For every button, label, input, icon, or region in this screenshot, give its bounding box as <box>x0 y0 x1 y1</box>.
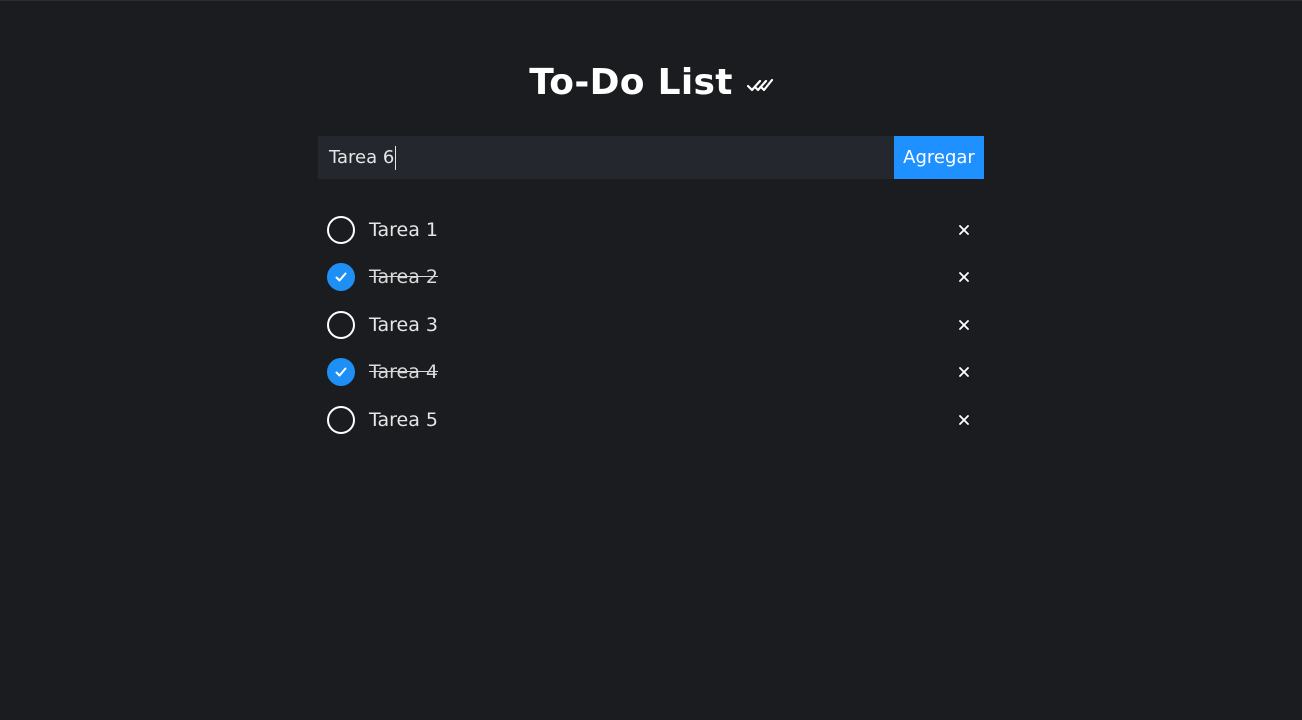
close-icon <box>959 319 969 330</box>
task-checkbox[interactable] <box>327 263 355 292</box>
delete-button[interactable] <box>952 408 976 432</box>
task-input[interactable]: Tarea 6 <box>318 136 894 179</box>
task-checkbox[interactable] <box>327 405 355 434</box>
task-item: Tarea 1 <box>318 206 984 254</box>
task-item: Tarea 5 <box>318 396 984 444</box>
close-icon <box>959 367 969 378</box>
close-icon <box>959 272 969 283</box>
task-item: Tarea 2 <box>318 254 984 302</box>
task-list: Tarea 1 Tarea 2 Tarea 3 Tarea 4 Tarea 5 <box>318 206 984 444</box>
delete-button[interactable] <box>952 313 976 337</box>
delete-button[interactable] <box>952 218 976 242</box>
page-title: To-Do List <box>529 62 733 103</box>
task-label: Tarea 4 <box>369 361 438 384</box>
task-label: Tarea 1 <box>369 218 438 241</box>
task-label: Tarea 3 <box>369 313 438 336</box>
close-icon <box>959 414 969 425</box>
close-icon <box>959 224 969 235</box>
task-checkbox[interactable] <box>327 358 355 387</box>
task-label: Tarea 2 <box>369 266 438 289</box>
top-border <box>0 0 1302 1</box>
task-checkbox[interactable] <box>327 310 355 339</box>
task-item: Tarea 4 <box>318 349 984 397</box>
check-icon <box>335 367 347 377</box>
header: To-Do List <box>0 58 1302 108</box>
add-button[interactable]: Agregar <box>894 136 984 179</box>
task-label: Tarea 5 <box>369 408 438 431</box>
delete-button[interactable] <box>952 360 976 384</box>
task-item: Tarea 3 <box>318 301 984 349</box>
double-check-icon <box>746 76 773 94</box>
task-input-value: Tarea 6 <box>329 147 395 168</box>
add-task-form: Tarea 6 Agregar <box>318 136 984 179</box>
check-icon <box>335 272 347 282</box>
delete-button[interactable] <box>952 265 976 289</box>
task-checkbox[interactable] <box>327 215 355 244</box>
text-caret <box>395 145 397 170</box>
